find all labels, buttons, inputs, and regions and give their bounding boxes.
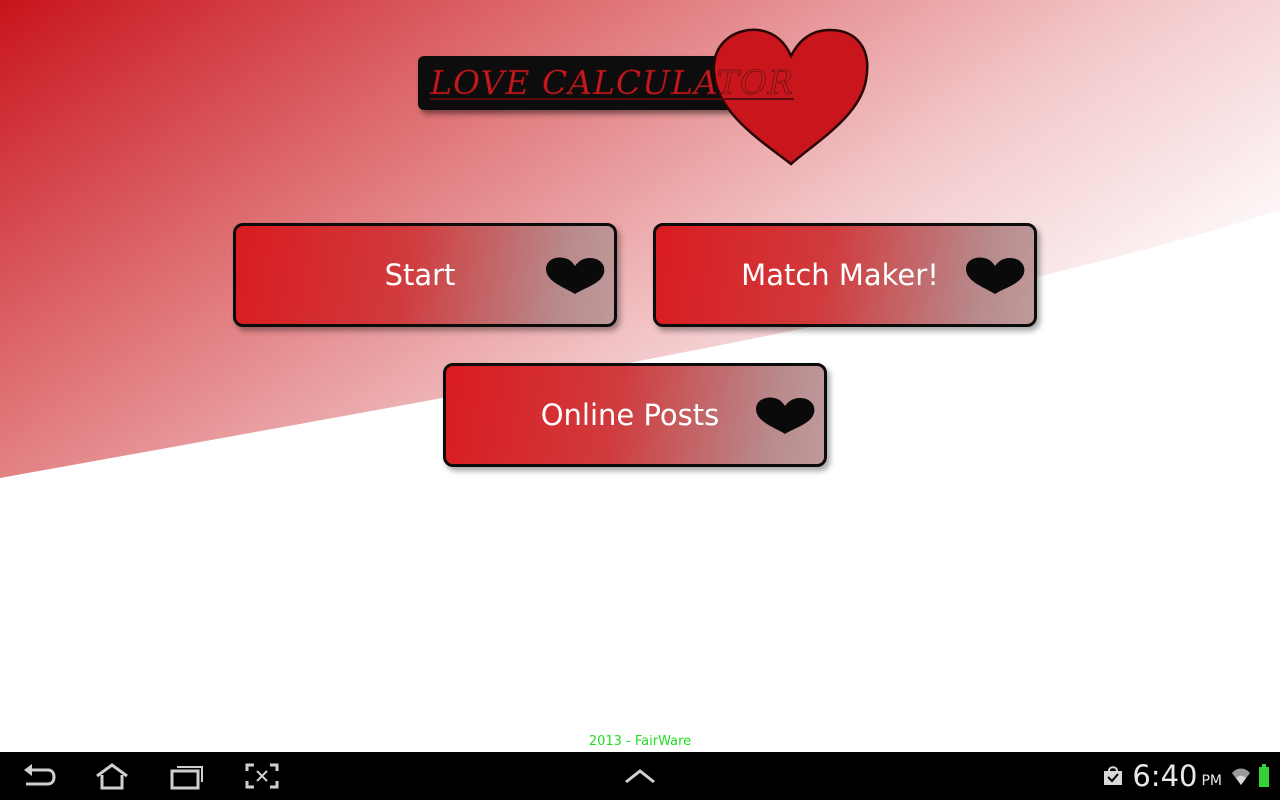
wifi-icon xyxy=(1232,768,1250,785)
footer-credit: 2013 - FairWare xyxy=(588,734,692,749)
clock-time: 6:40 xyxy=(1132,759,1198,793)
back-icon[interactable] xyxy=(20,762,56,790)
start-button[interactable]: Start xyxy=(233,223,617,327)
screenshot-icon[interactable] xyxy=(244,762,280,790)
system-navigation-bar: 6:40 PM xyxy=(0,752,1280,800)
app-title: LOVE CALCULATOR xyxy=(430,63,794,103)
heart-icon xyxy=(756,397,815,434)
match-maker-button[interactable]: Match Maker! xyxy=(653,223,1037,327)
heart-icon xyxy=(966,257,1025,294)
status-area[interactable]: 6:40 PM xyxy=(1102,752,1270,800)
home-icon[interactable] xyxy=(94,762,130,790)
app-logo: LOVE CALCULATOR xyxy=(410,24,880,174)
heart-icon xyxy=(546,257,605,294)
battery-icon xyxy=(1259,764,1269,787)
online-posts-button[interactable]: Online Posts xyxy=(443,363,827,467)
app-screen: LOVE CALCULATOR Start Match Maker! Onlin… xyxy=(0,0,1280,752)
shopping-bag-icon xyxy=(1104,766,1123,785)
clock-ampm: PM xyxy=(1201,773,1222,789)
chevron-up-icon[interactable] xyxy=(622,762,658,790)
recent-apps-icon[interactable] xyxy=(169,762,205,790)
